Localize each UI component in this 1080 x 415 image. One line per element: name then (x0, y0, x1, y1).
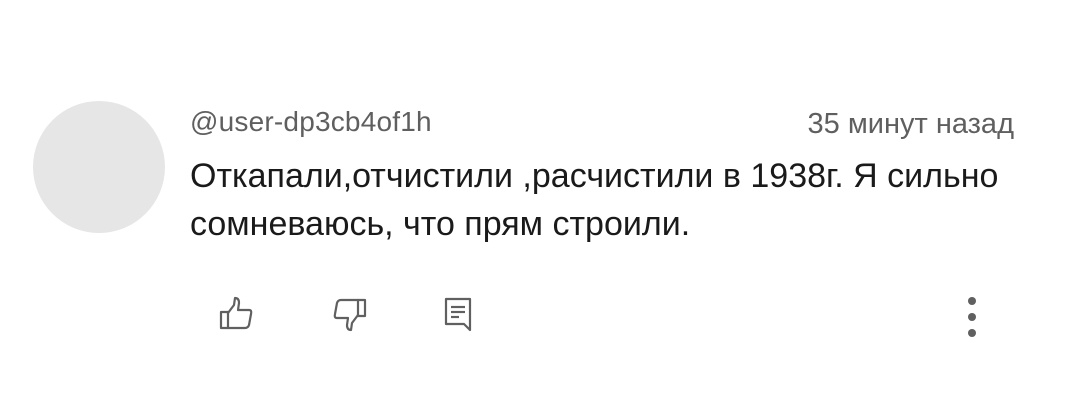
comment-timestamp: 35 минут назад (807, 108, 1014, 140)
thumb-up-icon (219, 296, 253, 330)
more-options-button[interactable] (952, 290, 992, 344)
avatar[interactable] (33, 101, 165, 233)
comment-icon (444, 297, 472, 332)
comment-text: Откапали,отчистили ,расчистили в 1938г. … (190, 157, 999, 243)
dislike-button[interactable] (328, 292, 372, 336)
thumb-down-icon (333, 298, 367, 332)
comment-author[interactable]: @user-dp3cb4of1h (190, 104, 432, 140)
reply-button[interactable] (436, 292, 480, 336)
comment-card: @user-dp3cb4of1h 35 минут назад Откапали… (0, 0, 1080, 415)
like-button[interactable] (214, 292, 258, 336)
more-vertical-icon (968, 297, 976, 337)
